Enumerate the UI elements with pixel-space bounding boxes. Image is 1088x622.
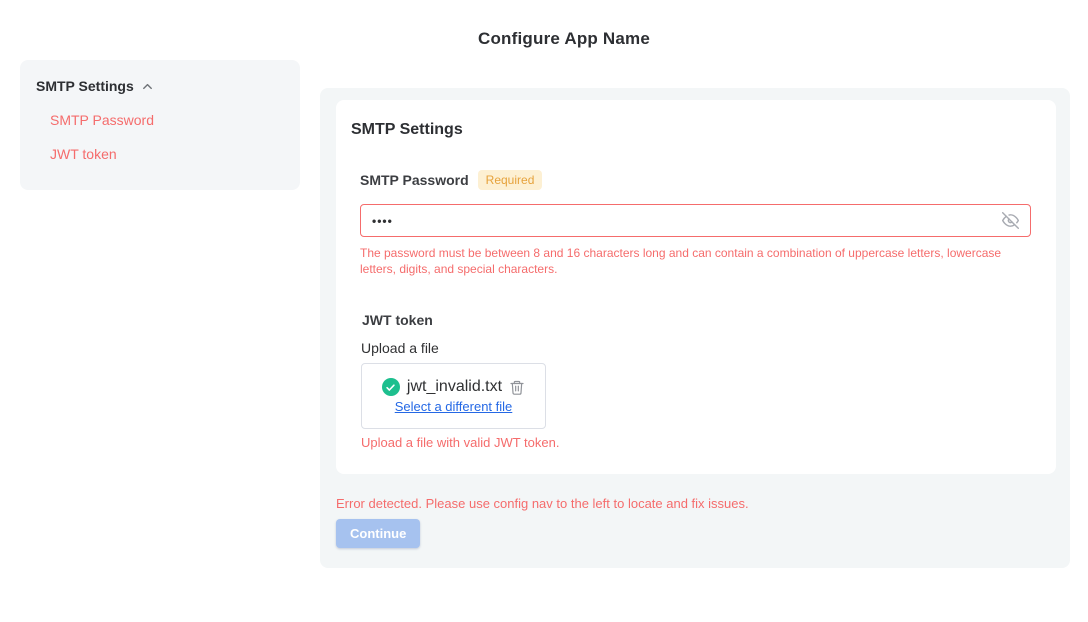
sidebar-item-jwt-token[interactable]: JWT token: [50, 146, 117, 162]
settings-panel: SMTP Settings SMTP Password Required The…: [320, 88, 1070, 568]
required-badge: Required: [478, 170, 543, 190]
continue-button[interactable]: Continue: [336, 519, 420, 548]
sidebar-item-smtp-password[interactable]: SMTP Password: [50, 112, 154, 128]
config-nav-sidebar: SMTP Settings SMTP Password JWT token: [20, 60, 300, 190]
card-heading: SMTP Settings: [351, 121, 463, 139]
upload-file-label: Upload a file: [361, 340, 439, 356]
form-error-summary: Error detected. Please use config nav to…: [336, 496, 749, 511]
chevron-up-icon: [140, 79, 155, 94]
jwt-token-label: JWT token: [362, 312, 433, 328]
sidebar-section-label: SMTP Settings: [36, 78, 134, 94]
smtp-password-input[interactable]: [372, 214, 1002, 228]
smtp-password-label: SMTP Password: [360, 172, 469, 188]
uploaded-file-name: jwt_invalid.txt: [407, 378, 502, 396]
page-title: Configure App Name: [0, 29, 1088, 49]
file-upload-box: jwt_invalid.txt Select a different file: [361, 363, 546, 429]
smtp-settings-card: SMTP Settings SMTP Password Required The…: [336, 100, 1056, 474]
trash-icon[interactable]: [509, 379, 525, 396]
sidebar-section-smtp-settings[interactable]: SMTP Settings: [36, 78, 155, 94]
smtp-password-input-wrap: [360, 204, 1031, 237]
select-different-file-link[interactable]: Select a different file: [395, 399, 513, 414]
uploaded-file-row: jwt_invalid.txt: [382, 378, 525, 396]
jwt-token-error-text: Upload a file with valid JWT token.: [361, 435, 559, 450]
smtp-password-label-row: SMTP Password Required: [360, 170, 542, 190]
check-circle-icon: [382, 378, 400, 396]
eye-off-icon[interactable]: [1002, 212, 1019, 229]
smtp-password-error-text: The password must be between 8 and 16 ch…: [360, 245, 1020, 277]
